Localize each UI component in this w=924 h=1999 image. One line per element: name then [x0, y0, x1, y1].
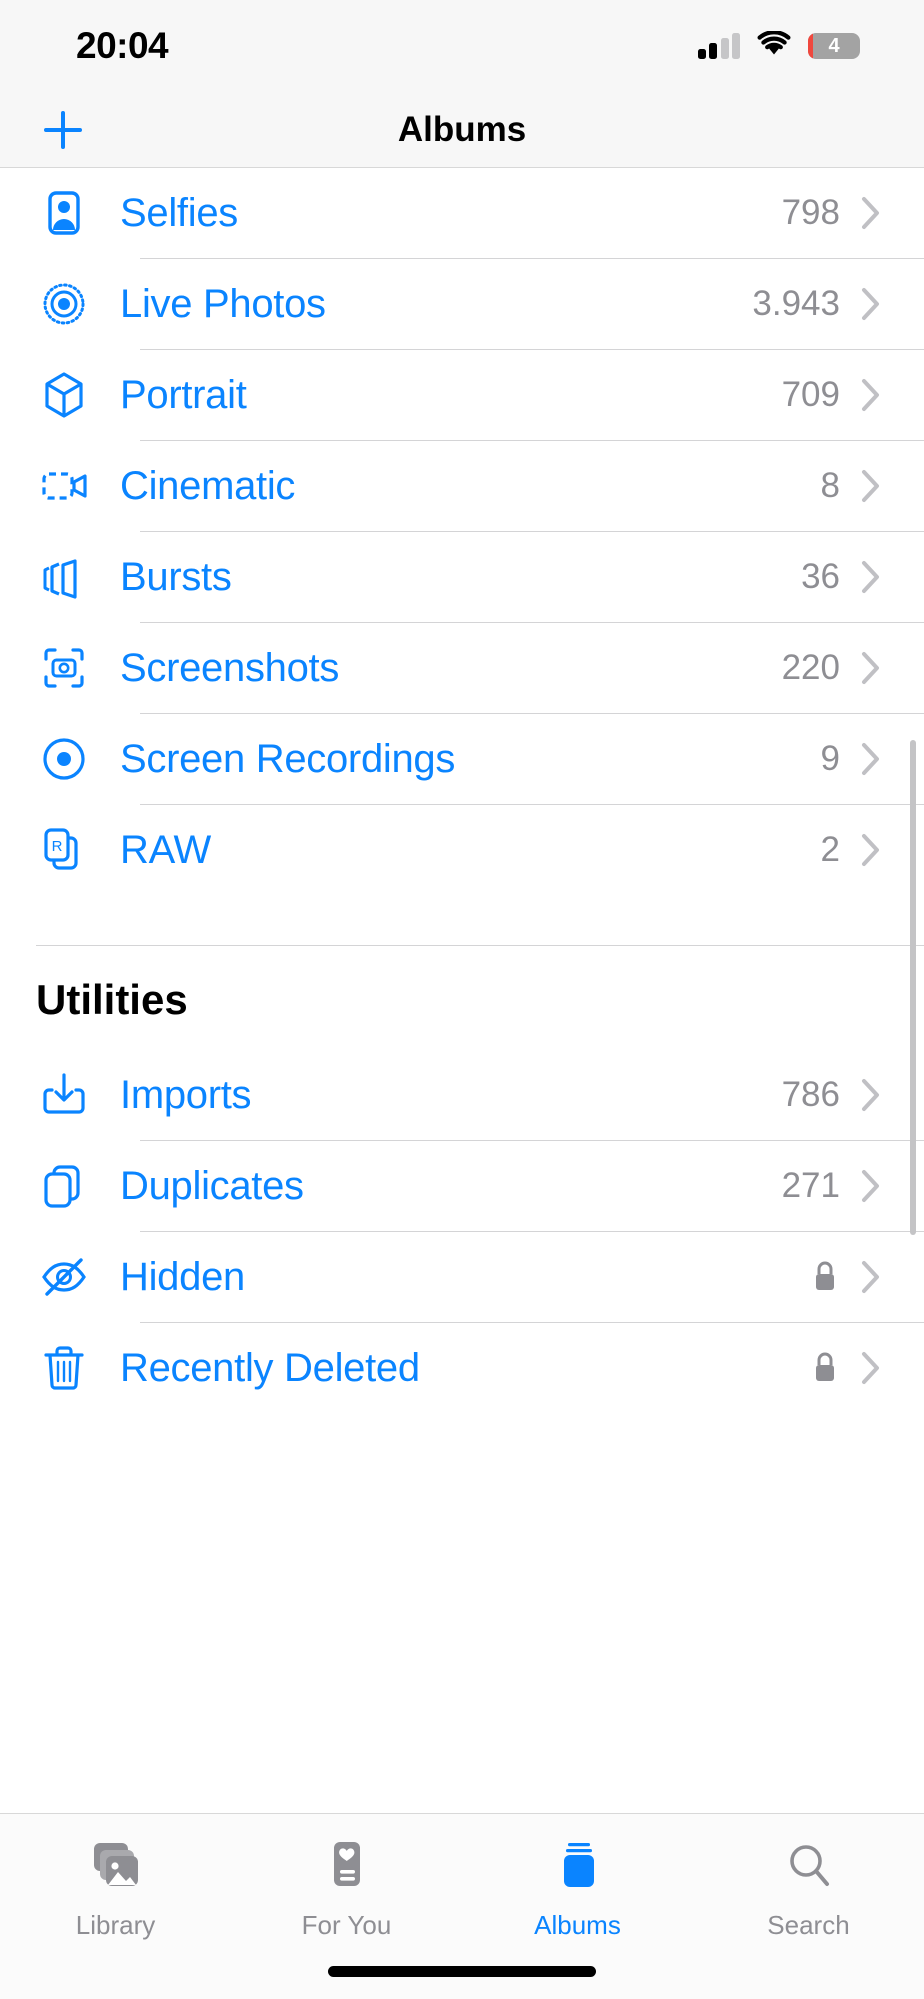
chevron-right-icon	[860, 1350, 882, 1386]
list-item-count: 709	[781, 375, 840, 414]
list-item[interactable]: Cinematic 8	[0, 441, 924, 531]
duplicates-icon	[36, 1158, 92, 1214]
tab-label: For You	[301, 1910, 392, 1940]
chevron-right-icon	[860, 559, 882, 595]
library-icon	[86, 1836, 146, 1898]
list-item-label: Selfies	[120, 190, 238, 235]
status-bar: 20:04 4	[0, 0, 924, 92]
list-item-label: Bursts	[120, 554, 232, 599]
list-item-count: 36	[801, 557, 840, 596]
list-item[interactable]: Bursts 36	[0, 532, 924, 622]
list-item-count: 798	[781, 193, 840, 232]
list-item-label: Cinematic	[120, 463, 296, 508]
battery-level-fill	[808, 33, 813, 59]
bursts-icon	[36, 549, 92, 605]
selfies-icon	[36, 185, 92, 241]
list-item-count: 3.943	[752, 284, 840, 323]
list-item-count: 786	[781, 1075, 840, 1114]
list-item-label: Hidden	[120, 1254, 245, 1299]
list-item[interactable]: R RAW 2	[0, 805, 924, 895]
cellular-signal-icon	[697, 33, 740, 59]
tab-albums[interactable]: Albums	[462, 1836, 693, 1941]
chevron-right-icon	[860, 650, 882, 686]
live-photos-icon	[36, 276, 92, 332]
tab-library[interactable]: Library	[0, 1836, 231, 1941]
tab-label: Library	[75, 1910, 156, 1940]
chevron-right-icon	[860, 741, 882, 777]
for-you-icon	[317, 1836, 377, 1898]
chevron-right-icon	[860, 1168, 882, 1204]
list-item-label: Duplicates	[120, 1163, 304, 1208]
list-item[interactable]: Recently Deleted	[0, 1323, 924, 1408]
lock-icon	[812, 1260, 838, 1294]
list-item-label: Portrait	[120, 372, 247, 417]
recently-deleted-icon	[36, 1340, 92, 1396]
list-item-label: Recently Deleted	[120, 1345, 420, 1390]
list-item-label: Screenshots	[120, 645, 340, 690]
chevron-right-icon	[860, 286, 882, 322]
list-item-count: 2	[820, 830, 840, 869]
list-item[interactable]: Screen Recordings 9	[0, 714, 924, 804]
status-bar-time: 20:04	[76, 25, 169, 66]
tab-bar: Library For You Albums Search	[0, 1813, 924, 1999]
list-item-label: Screen Recordings	[120, 736, 456, 781]
list-item-count: 9	[820, 739, 840, 778]
chevron-right-icon	[860, 1259, 882, 1295]
screenshots-icon	[36, 640, 92, 696]
wifi-icon	[757, 29, 791, 62]
tab-search[interactable]: Search	[693, 1836, 924, 1941]
section-header-utilities: Utilities	[36, 976, 188, 1023]
portrait-icon	[36, 367, 92, 423]
list-item[interactable]: Live Photos 3.943	[0, 259, 924, 349]
status-bar-indicators: 4	[697, 29, 860, 62]
chevron-right-icon	[860, 195, 882, 231]
tab-label: Search	[767, 1910, 850, 1940]
hidden-icon	[36, 1249, 92, 1305]
list-item[interactable]: Selfies 798	[0, 168, 924, 258]
photos-app-screen: 20:04 4 Albums Selfies 798 Live Photos 3…	[0, 0, 924, 1999]
cinematic-icon	[36, 458, 92, 514]
chevron-right-icon	[860, 377, 882, 413]
list-item[interactable]: Hidden	[0, 1232, 924, 1322]
albums-list[interactable]: Selfies 798 Live Photos 3.943 Portrait 7…	[0, 168, 924, 1408]
tab-label: Albums	[534, 1910, 621, 1940]
battery-indicator: 4	[808, 33, 860, 59]
list-item-label: Live Photos	[120, 281, 326, 326]
list-item-count: 220	[781, 648, 840, 687]
search-icon	[779, 1836, 839, 1898]
lock-icon	[812, 1351, 838, 1385]
screen-recordings-icon	[36, 731, 92, 787]
list-item-count: 271	[781, 1166, 840, 1205]
list-item[interactable]: Imports 786	[0, 1050, 924, 1140]
list-item[interactable]: Duplicates 271	[0, 1141, 924, 1231]
scrollbar[interactable]	[910, 740, 916, 1235]
home-indicator	[328, 1966, 596, 1977]
raw-icon: R	[36, 822, 92, 878]
list-item[interactable]: Portrait 709	[0, 350, 924, 440]
list-item-count: 8	[820, 466, 840, 505]
list-item[interactable]: Screenshots 220	[0, 623, 924, 713]
list-item-label: Imports	[120, 1072, 252, 1117]
navigation-bar: Albums	[0, 92, 924, 168]
chevron-right-icon	[860, 468, 882, 504]
list-item-label: RAW	[120, 827, 211, 872]
chevron-right-icon	[860, 832, 882, 868]
tab-for-you[interactable]: For You	[231, 1836, 462, 1941]
imports-icon	[36, 1067, 92, 1123]
battery-percentage: 4	[828, 35, 840, 57]
add-album-button[interactable]	[36, 103, 90, 157]
page-title: Albums	[397, 109, 527, 149]
albums-icon	[548, 1836, 608, 1898]
chevron-right-icon	[860, 1077, 882, 1113]
svg-text:R: R	[52, 838, 63, 855]
